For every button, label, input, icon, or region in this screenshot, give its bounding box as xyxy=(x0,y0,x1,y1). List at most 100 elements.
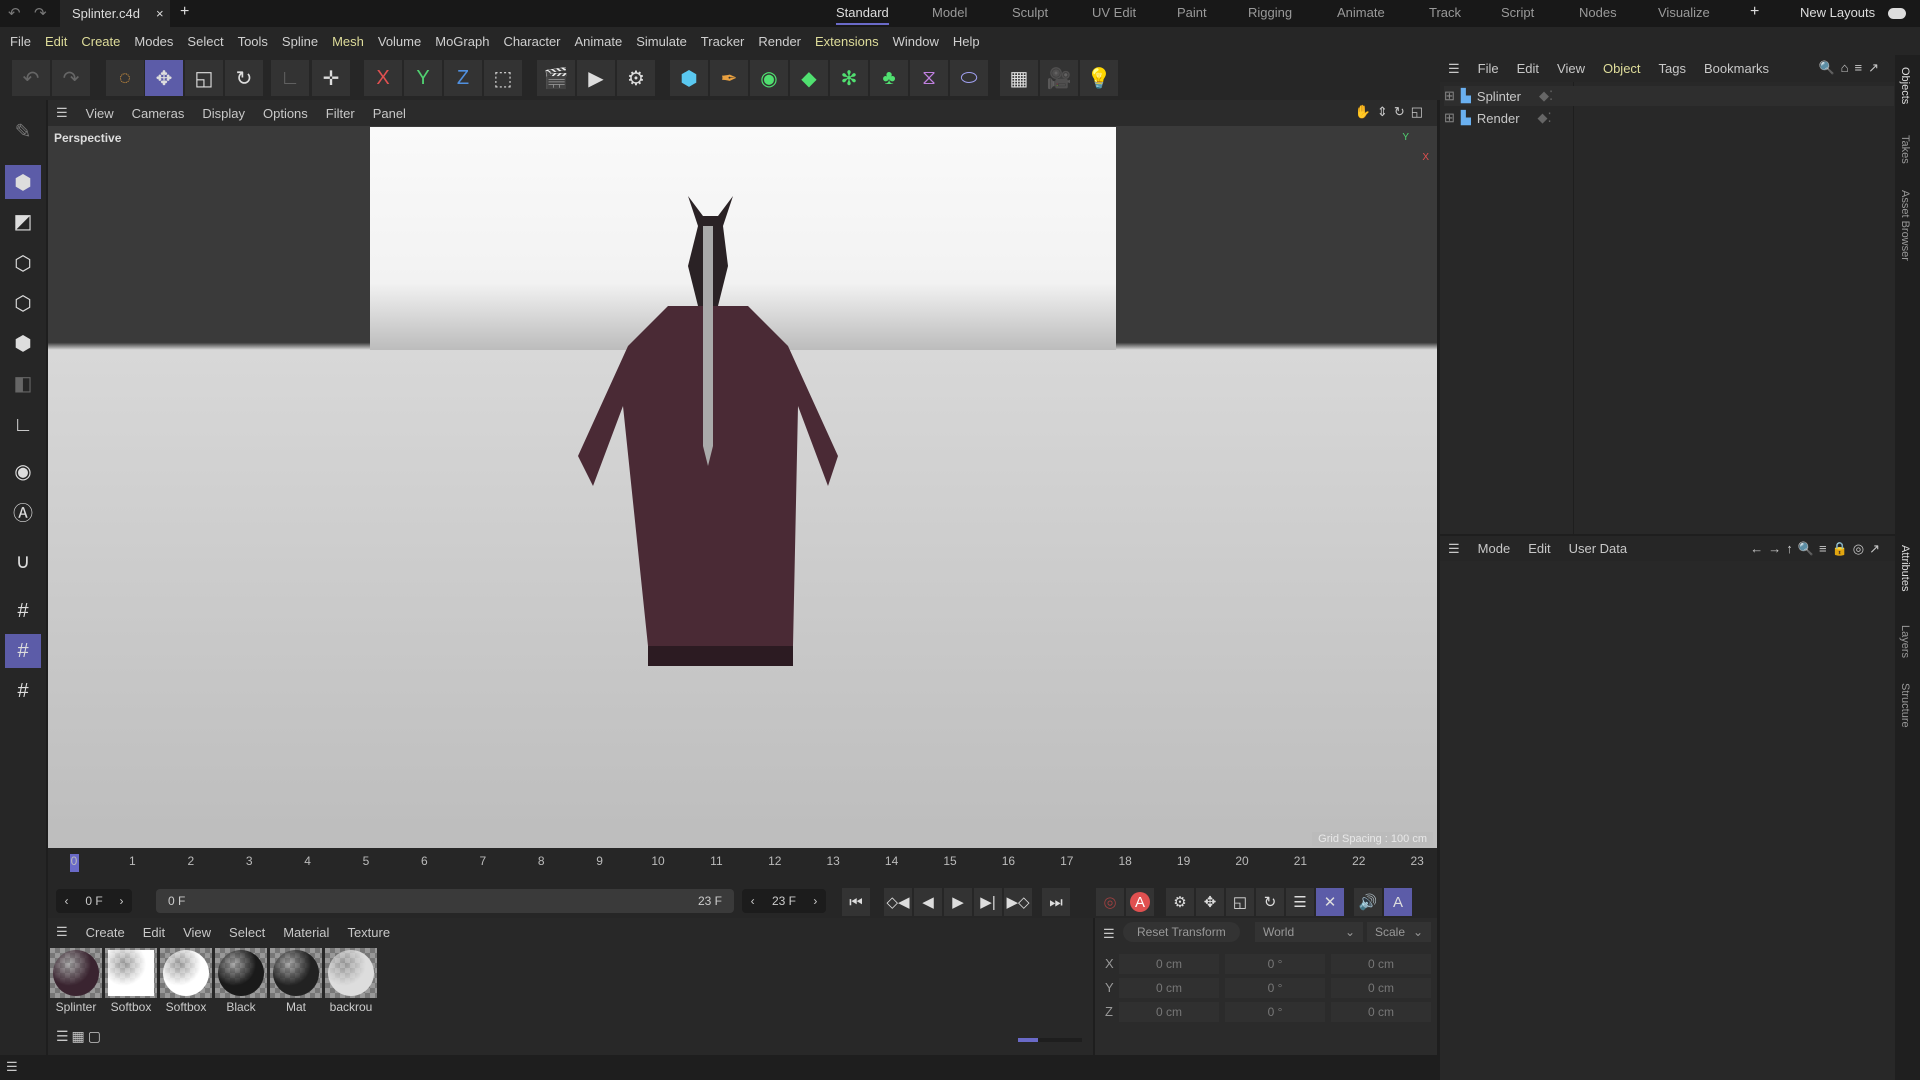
render-settings-icon[interactable]: ⚙ xyxy=(617,60,655,96)
keyframe-settings-button[interactable]: ⚙ xyxy=(1166,888,1194,916)
key-scale-button[interactable]: ◱ xyxy=(1226,888,1254,916)
viewport-menu-panel[interactable]: Panel xyxy=(373,106,406,121)
material-swatch[interactable] xyxy=(160,948,212,998)
tab-objects[interactable]: Objects xyxy=(1899,67,1911,104)
tab-asset-browser[interactable]: Asset Browser xyxy=(1899,190,1911,261)
animation-mode-button[interactable]: A xyxy=(1384,888,1412,916)
mode-dropdown[interactable]: Scale ⌄ xyxy=(1367,922,1431,942)
viewport-menu-view[interactable]: View xyxy=(86,106,114,121)
layout-visualize[interactable]: Visualize xyxy=(1658,5,1710,20)
material-menu-create[interactable]: Create xyxy=(86,925,125,940)
coord-pos-field[interactable]: 0 cm xyxy=(1119,1002,1219,1022)
y-axis-lock-button[interactable]: Y xyxy=(404,60,442,96)
material-size-slider[interactable] xyxy=(1018,1038,1082,1042)
layout-standard[interactable]: Standard xyxy=(836,5,889,25)
solo-icon[interactable]: ◉ xyxy=(5,454,41,488)
move-tool-button[interactable]: ✥ xyxy=(145,60,183,96)
objects-menu-file[interactable]: File xyxy=(1478,61,1499,76)
menu-create[interactable]: Create xyxy=(81,34,120,49)
axis-mode-icon[interactable]: ∟ xyxy=(5,408,41,442)
material-swatch[interactable] xyxy=(270,948,322,998)
material-name[interactable]: Mat xyxy=(270,1000,322,1014)
x-axis-lock-button[interactable]: X xyxy=(364,60,402,96)
planar-workplane-icon[interactable]: # xyxy=(5,674,41,708)
next-key-button[interactable]: ▶◇ xyxy=(1004,888,1032,916)
material-swatch[interactable] xyxy=(50,948,102,998)
objects-toolbar-icons[interactable]: 🔍⌂≡↗ xyxy=(1818,60,1885,76)
sound-button[interactable]: 🔊 xyxy=(1354,888,1382,916)
next-frame-button[interactable]: ▶| xyxy=(974,888,1002,916)
layout-uv-edit[interactable]: UV Edit xyxy=(1092,5,1136,20)
extrude-icon[interactable]: ◆ xyxy=(790,60,828,96)
render-picture-viewer-icon[interactable]: ▶ xyxy=(577,60,615,96)
go-to-end-button[interactable]: ⏭ xyxy=(1042,888,1070,916)
go-to-start-button[interactable]: ⏮ xyxy=(842,888,870,916)
coord-scale-field[interactable]: 0 cm xyxy=(1331,978,1431,998)
key-position-button[interactable]: ✥ xyxy=(1196,888,1224,916)
layout-nodes[interactable]: Nodes xyxy=(1579,5,1617,20)
field-icon[interactable]: ⬭ xyxy=(950,60,988,96)
workplane-icon[interactable]: # xyxy=(5,594,41,628)
current-frame-field[interactable]: ‹ 0 F › xyxy=(56,889,132,913)
3d-viewport[interactable]: Perspective Y X Grid Spacing : 100 cm xyxy=(48,126,1437,848)
recent-tool-button[interactable]: ∟ xyxy=(271,60,309,96)
objects-menu-edit[interactable]: Edit xyxy=(1517,61,1539,76)
end-frame-field[interactable]: ‹ 23 F › xyxy=(742,889,826,913)
autokey-button[interactable]: A xyxy=(1126,888,1154,916)
objects-menu-bookmarks[interactable]: Bookmarks xyxy=(1704,61,1769,76)
coord-pos-field[interactable]: 0 cm xyxy=(1119,978,1219,998)
key-parameter-button[interactable]: ☰ xyxy=(1286,888,1314,916)
frame-range-slider[interactable]: 0 F 23 F xyxy=(156,889,734,913)
layout-track[interactable]: Track xyxy=(1429,5,1461,20)
menu-help[interactable]: Help xyxy=(953,34,980,49)
attributes-menu-edit[interactable]: Edit xyxy=(1528,541,1550,556)
coord-pos-field[interactable]: 0 cm xyxy=(1119,954,1219,974)
material-menu-select[interactable]: Select xyxy=(229,925,265,940)
close-tab-icon[interactable]: × xyxy=(156,6,164,21)
live-selection-button[interactable]: ◌ xyxy=(106,60,144,96)
pen-spline-icon[interactable]: ✒ xyxy=(710,60,748,96)
tab-takes[interactable]: Takes xyxy=(1899,135,1911,164)
redo-icon[interactable]: ↷ xyxy=(34,4,47,22)
points-mode-icon[interactable]: ⬡ xyxy=(5,246,41,280)
add-layout-button[interactable]: + xyxy=(1750,3,1759,21)
redo-button[interactable]: ↷ xyxy=(52,60,90,96)
coord-rot-field[interactable]: 0 ° xyxy=(1225,1002,1325,1022)
tab-layers[interactable]: Layers xyxy=(1899,625,1911,658)
object-row-splinter[interactable]: ⊞ ▙ Splinter ◆⁚ xyxy=(1444,86,1894,106)
objects-menu-view[interactable]: View xyxy=(1557,61,1585,76)
menu-tools[interactable]: Tools xyxy=(238,34,268,49)
attributes-menu-mode[interactable]: Mode xyxy=(1478,541,1511,556)
material-name[interactable]: Softbox xyxy=(105,1000,157,1014)
rotate-tool-button[interactable]: ↻ xyxy=(225,60,263,96)
cloner-icon[interactable]: ✻ xyxy=(830,60,868,96)
viewport-nav-icons[interactable]: ✋⇕↻◱ xyxy=(1355,104,1429,120)
layout-script[interactable]: Script xyxy=(1501,5,1534,20)
attributes-menu-icon[interactable]: ☰ xyxy=(1448,541,1460,557)
cube-icon[interactable]: ⬢ xyxy=(670,60,708,96)
record-button[interactable]: ◎ xyxy=(1096,888,1124,916)
objects-menu-tags[interactable]: Tags xyxy=(1659,61,1686,76)
subdivision-icon[interactable]: ◉ xyxy=(750,60,788,96)
undo-button[interactable]: ↶ xyxy=(12,60,50,96)
menu-volume[interactable]: Volume xyxy=(378,34,421,49)
layout-rigging[interactable]: Rigging xyxy=(1248,5,1292,20)
tab-structure[interactable]: Structure xyxy=(1899,683,1911,728)
document-tab[interactable]: Splinter.c4d × xyxy=(60,0,170,27)
objects-menu-object[interactable]: Object xyxy=(1603,61,1641,76)
key-pla-button[interactable]: ✕ xyxy=(1316,888,1344,916)
viewport-menu-display[interactable]: Display xyxy=(202,106,245,121)
play-button[interactable]: ▶ xyxy=(944,888,972,916)
scale-tool-button[interactable]: ◱ xyxy=(185,60,223,96)
coord-rot-field[interactable]: 0 ° xyxy=(1225,954,1325,974)
viewport-menu-cameras[interactable]: Cameras xyxy=(132,106,185,121)
light-icon[interactable]: 💡 xyxy=(1080,60,1118,96)
render-view-icon[interactable]: 🎬 xyxy=(537,60,575,96)
viewport-menu-filter[interactable]: Filter xyxy=(326,106,355,121)
uv-mode-icon[interactable]: ◧ xyxy=(5,366,41,400)
menu-modes[interactable]: Modes xyxy=(134,34,173,49)
transform-tool-button[interactable]: ✛ xyxy=(312,60,350,96)
material-swatch[interactable] xyxy=(105,948,157,998)
material-menu-material[interactable]: Material xyxy=(283,925,329,940)
menu-window[interactable]: Window xyxy=(893,34,939,49)
